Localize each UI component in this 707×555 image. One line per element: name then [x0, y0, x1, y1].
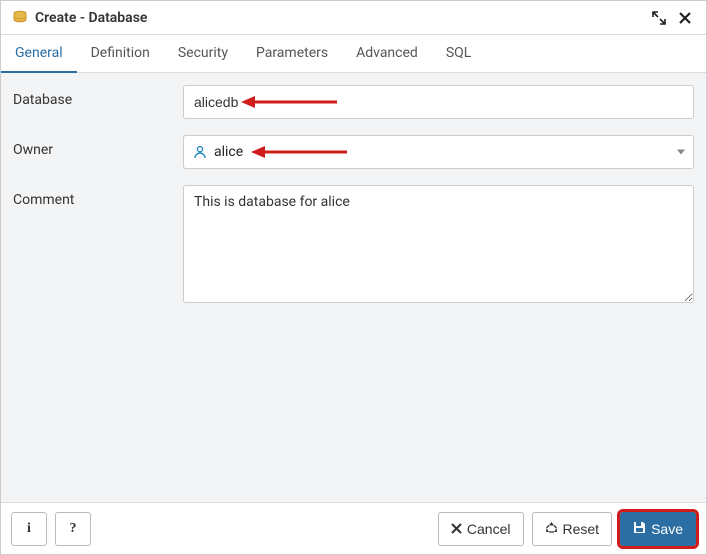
create-database-dialog: Create - Database General Definition Sec…: [0, 0, 707, 555]
expand-icon[interactable]: [648, 7, 670, 29]
owner-select-value: alice: [214, 144, 243, 160]
form-panel: Database Owner: [1, 73, 706, 502]
database-name-input[interactable]: [183, 85, 694, 119]
info-icon: i: [27, 521, 31, 537]
label-comment: Comment: [13, 185, 183, 208]
row-database: Database: [13, 85, 694, 119]
reset-button[interactable]: Reset: [532, 512, 613, 546]
tab-security[interactable]: Security: [164, 35, 242, 73]
save-button[interactable]: Save: [620, 512, 696, 546]
dialog-titlebar: Create - Database: [1, 1, 706, 35]
info-button[interactable]: i: [11, 512, 47, 546]
tab-bar: General Definition Security Parameters A…: [1, 35, 706, 73]
help-icon: ?: [70, 521, 77, 537]
save-button-label: Save: [651, 521, 683, 537]
tab-general[interactable]: General: [1, 35, 77, 73]
recycle-icon: [545, 521, 558, 537]
row-owner: Owner alice: [13, 135, 694, 169]
owner-select[interactable]: alice: [183, 135, 694, 169]
tab-parameters[interactable]: Parameters: [242, 35, 342, 73]
save-icon: [633, 521, 646, 537]
chevron-down-icon: [677, 150, 685, 155]
row-comment: Comment: [13, 185, 694, 307]
user-icon: [192, 144, 208, 160]
label-database: Database: [13, 85, 183, 108]
tab-advanced[interactable]: Advanced: [342, 35, 432, 73]
tab-definition[interactable]: Definition: [77, 35, 164, 73]
close-icon: [451, 521, 462, 537]
tab-sql[interactable]: SQL: [432, 35, 485, 73]
dialog-title: Create - Database: [35, 10, 147, 26]
dialog-footer: i ? Cancel Reset: [1, 502, 706, 554]
database-icon: [11, 9, 29, 27]
reset-button-label: Reset: [563, 521, 600, 537]
label-owner: Owner: [13, 135, 183, 158]
help-button[interactable]: ?: [55, 512, 91, 546]
cancel-button[interactable]: Cancel: [438, 512, 524, 546]
cancel-button-label: Cancel: [467, 521, 511, 537]
close-icon[interactable]: [674, 7, 696, 29]
comment-textarea[interactable]: [183, 185, 694, 303]
